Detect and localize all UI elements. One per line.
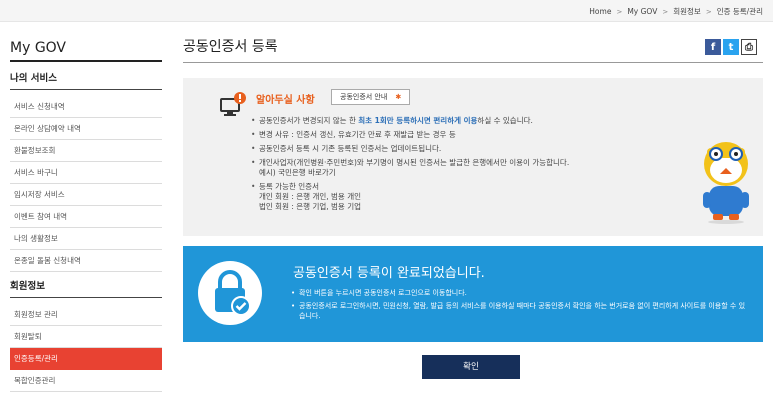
list-item: 등록 가능한 인증서개인 회원 : 은행 개인, 범용 개인법인 회원 : 은행… <box>251 182 671 212</box>
notice-text: 등록 가능한 인증서 <box>259 182 319 191</box>
breadcrumb: Home > My GOV > 회원정보 > 인증 등록/관리 <box>589 6 763 17</box>
notice-highlight: 최초 1회만 등록하시면 편리하게 이용 <box>358 116 478 125</box>
notice-heading: 알아두실 사항 <box>256 95 315 106</box>
list-item: 공동인증서로 로그인하시면, 민원신청, 열람, 발급 등의 서비스를 이용하실… <box>291 301 751 321</box>
breadcrumb-current[interactable]: 인증 등록/관리 <box>717 6 763 17</box>
sidebar-item-member-manage[interactable]: 회원정보 관리 <box>10 304 162 326</box>
twitter-icon[interactable]: t <box>723 39 739 55</box>
completion-banner: 공동인증서 등록이 완료되었습니다. 확인 버튼을 누르시면 공동인증서 로그인… <box>183 246 763 342</box>
notice-text: 하실 수 있습니다. <box>477 116 533 125</box>
section-heading-my-service: 나의 서비스 <box>10 72 162 90</box>
cert-guide-button[interactable]: 공동인증서 안내 ✱ <box>331 89 411 105</box>
bank-link[interactable]: 예시) 국민은행 바로가기 <box>259 168 671 178</box>
sidebar-item-service-history[interactable]: 서비스 신청내역 <box>10 96 162 118</box>
notice-text: 개인사업자(개인병원·주민번호)와 부기명이 명시된 인증서는 발급한 은행에서… <box>259 158 570 167</box>
section-heading-member-info: 회원정보 <box>10 280 162 298</box>
print-icon[interactable]: ⎙ <box>741 39 757 55</box>
breadcrumb-home[interactable]: Home <box>589 7 611 16</box>
top-bar: Home > My GOV > 회원정보 > 인증 등록/관리 <box>0 0 773 22</box>
list-item: 개인사업자(개인병원·주민번호)와 부기명이 명시된 인증서는 발급한 은행에서… <box>251 158 671 178</box>
chevron-right-icon: > <box>705 7 712 16</box>
list-item: 공동인증서 등록 시 기존 등록된 인증서는 업데이트됩니다. <box>251 144 671 154</box>
facebook-icon[interactable]: f <box>705 39 721 55</box>
divider <box>10 60 162 62</box>
confirm-button[interactable]: 확인 <box>422 355 520 379</box>
page-title: 공동인증서 등록 <box>183 39 278 55</box>
lock-check-icon <box>197 260 263 328</box>
list-item: 변경 사유 : 인증서 갱신, 유효기간 만료 후 재발급 받는 경우 등 <box>251 130 671 140</box>
divider <box>183 62 763 63</box>
list-item: 확인 버튼을 누르시면 공동인증서 로그인으로 이동합니다. <box>291 288 751 298</box>
sidebar-item-temp-saved[interactable]: 임시저장 서비스 <box>10 184 162 206</box>
sidebar: My GOV 나의 서비스 서비스 신청내역 온라인 상담예약 내역 환불정보조… <box>10 36 162 392</box>
sidebar-item-care-application[interactable]: 온종일 돌봄 신청내역 <box>10 250 162 272</box>
breadcrumb-mygov[interactable]: My GOV <box>627 7 657 16</box>
completion-title: 공동인증서 등록이 완료되었습니다. <box>293 266 485 281</box>
sidebar-item-life-info[interactable]: 나의 생활정보 <box>10 228 162 250</box>
sidebar-title: My GOV <box>10 40 67 56</box>
share-buttons: f t ⎙ <box>705 39 757 55</box>
sidebar-item-withdraw[interactable]: 회원탈퇴 <box>10 326 162 348</box>
sidebar-item-event-history[interactable]: 이벤트 참여 내역 <box>10 206 162 228</box>
sidebar-item-service-basket[interactable]: 서비스 바구니 <box>10 162 162 184</box>
mascot-illustration <box>699 136 753 226</box>
star-icon: ✱ <box>395 93 402 101</box>
sidebar-item-refund-info[interactable]: 환불정보조회 <box>10 140 162 162</box>
sidebar-item-cert-manage[interactable]: 인증등록/관리 <box>10 348 162 370</box>
notice-box: 알아두실 사항 공동인증서 안내 ✱ 공동인증서가 변경되지 않는 한 최초 1회… <box>183 78 763 236</box>
notice-list: 공동인증서가 변경되지 않는 한 최초 1회만 등록하시면 편리하게 이용하실 … <box>251 116 671 216</box>
breadcrumb-member-info[interactable]: 회원정보 <box>673 6 701 17</box>
chevron-right-icon: > <box>662 7 669 16</box>
corporate-cert-info: 법인 회원 : 은행 기업, 범용 기업 <box>259 202 362 211</box>
completion-list: 확인 버튼을 누르시면 공동인증서 로그인으로 이동합니다. 공동인증서로 로그… <box>291 288 751 324</box>
chevron-right-icon: > <box>616 7 623 16</box>
cert-guide-label: 공동인증서 안내 <box>340 93 388 101</box>
notice-text: 공동인증서가 변경되지 않는 한 <box>259 116 359 125</box>
personal-cert-info: 개인 회원 : 은행 개인, 범용 개인 <box>259 192 362 201</box>
sidebar-item-consult-reservation[interactable]: 온라인 상담예약 내역 <box>10 118 162 140</box>
monitor-alert-icon <box>219 91 249 119</box>
sidebar-item-multi-auth[interactable]: 복합인증관리 <box>10 370 162 392</box>
list-item: 공동인증서가 변경되지 않는 한 최초 1회만 등록하시면 편리하게 이용하실 … <box>251 116 671 126</box>
